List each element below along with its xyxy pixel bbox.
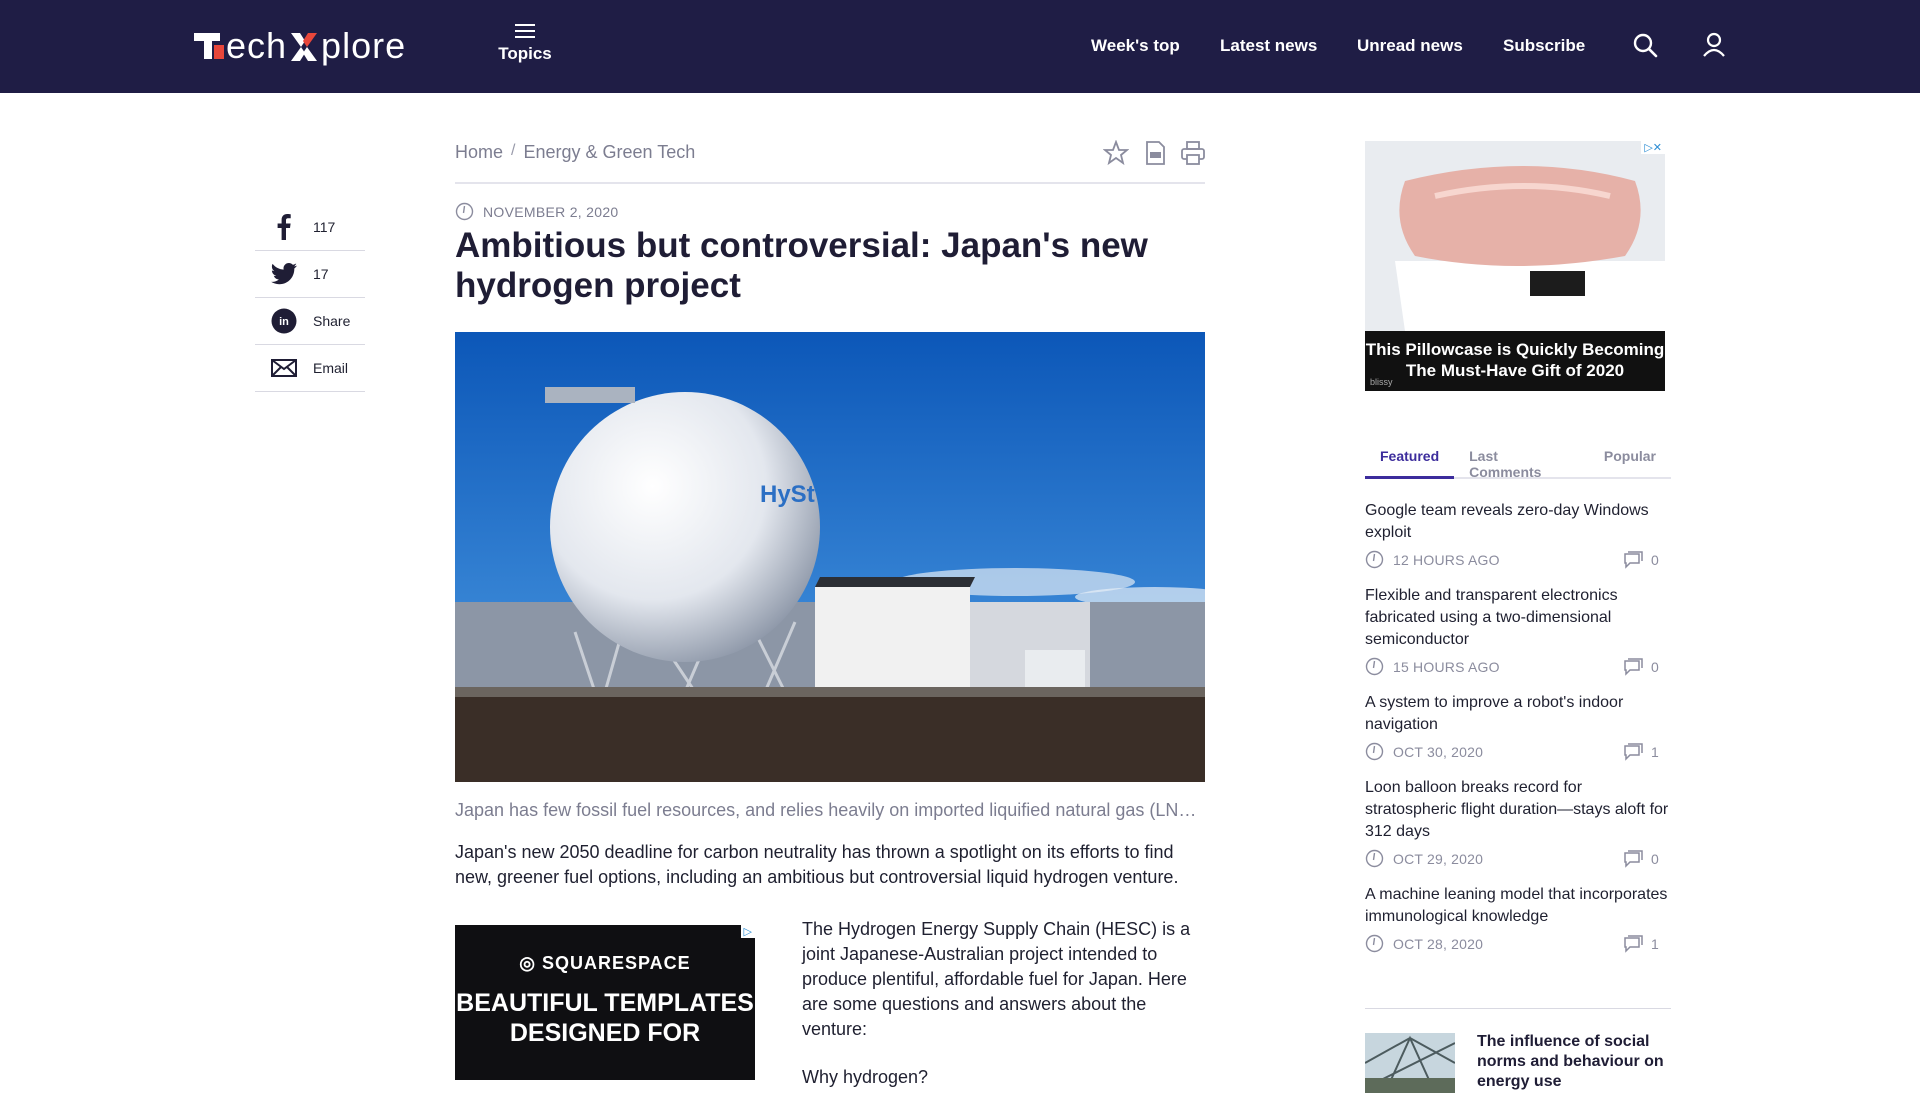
comment-icon	[1624, 934, 1643, 953]
share-email[interactable]: Email	[255, 345, 365, 392]
item-date: 15 HOURS AGO	[1393, 658, 1500, 675]
logo-text-part2: plore	[321, 25, 407, 66]
sidebar-tabs: Featured Last Comments Popular	[1365, 438, 1671, 480]
inline-advertisement[interactable]: ▷ ◎ SQUARESPACE BEAUTIFUL TEMPLATES DESI…	[455, 925, 755, 1080]
comment-icon	[1624, 849, 1643, 868]
nav-latest-news[interactable]: Latest news	[1220, 36, 1317, 56]
nav-unread-news[interactable]: Unread news	[1357, 36, 1463, 56]
tab-last-comments[interactable]: Last Comments	[1454, 438, 1589, 480]
list-item[interactable]: Loon balloon breaks record for stratosph…	[1365, 777, 1671, 868]
linkedin-share-label: Share	[313, 313, 351, 329]
share-facebook[interactable]: 117	[255, 204, 365, 251]
list-item[interactable]: Flexible and transparent electronics fab…	[1365, 585, 1671, 676]
item-date: OCT 29, 2020	[1393, 850, 1484, 867]
facebook-share-count: 117	[313, 219, 336, 235]
breadcrumb-section[interactable]: Energy & Green Tech	[523, 142, 695, 163]
nav-subscribe[interactable]: Subscribe	[1503, 36, 1585, 56]
list-item[interactable]: A machine leaning model that incorporate…	[1365, 884, 1671, 953]
squarespace-logo-icon: ◎	[519, 953, 542, 973]
item-comment-count: 0	[1651, 850, 1659, 867]
adchoices-icon[interactable]: ▷	[740, 925, 755, 938]
search-icon[interactable]	[1632, 32, 1658, 58]
nav-weeks-top[interactable]: Week's top	[1091, 36, 1180, 56]
logo-t-icon	[194, 31, 224, 61]
item-date: OCT 30, 2020	[1393, 743, 1484, 760]
ad-brand-small: blissy	[1370, 377, 1393, 387]
article-body-paragraph: The Hydrogen Energy Supply Chain (HESC) …	[802, 919, 1191, 1039]
sidebar-divider	[1365, 1008, 1671, 1009]
facebook-icon	[255, 214, 313, 240]
promo-thumbnail[interactable]	[1365, 1033, 1455, 1093]
logo-text-part1: ech	[226, 25, 288, 66]
sidebar-advertisement[interactable]: ▷✕ This Pillowcase is Quickly Becoming T…	[1365, 141, 1665, 391]
clock-icon	[1365, 934, 1384, 953]
article-hero-image[interactable]: HySt	[455, 332, 1205, 782]
item-title[interactable]: Loon balloon breaks record for stratosph…	[1365, 777, 1671, 843]
item-title[interactable]: Flexible and transparent electronics fab…	[1365, 585, 1671, 651]
comment-icon	[1624, 550, 1643, 569]
site-logo[interactable]: ech plore	[194, 25, 407, 66]
bookmark-star-icon[interactable]	[1102, 139, 1130, 166]
top-navigation-bar: ech plore Topics Week's top Latest news …	[0, 0, 1920, 93]
item-comment-count: 1	[1651, 743, 1659, 760]
clock-icon	[1365, 550, 1384, 569]
logo-x-icon	[289, 30, 319, 62]
article-lead-paragraph: Japan's new 2050 deadline for carbon neu…	[455, 842, 1179, 887]
comment-icon	[1624, 742, 1643, 761]
linkedin-icon: in	[255, 308, 313, 334]
comment-icon	[1624, 657, 1643, 676]
item-comment-count: 0	[1651, 658, 1659, 675]
ad-brand: ◎ SQUARESPACE	[519, 953, 691, 973]
user-account-icon[interactable]	[1701, 32, 1727, 58]
email-share-label: Email	[313, 360, 349, 376]
image-caption: Japan has few fossil fuel resources, and…	[455, 800, 1205, 820]
item-title[interactable]: A machine leaning model that incorporate…	[1365, 884, 1671, 928]
list-item[interactable]: A system to improve a robot's indoor nav…	[1365, 692, 1671, 761]
hero-tank-text: HySt	[760, 481, 815, 508]
promo-title[interactable]: The influence of social norms and behavi…	[1477, 1032, 1677, 1092]
share-twitter[interactable]: 17	[255, 251, 365, 298]
topics-menu-button[interactable]: Topics	[498, 20, 552, 64]
topics-label: Topics	[498, 44, 552, 63]
share-column: 117 17 in Share Email	[255, 204, 365, 392]
ad-pillow-image	[1365, 141, 1665, 331]
article-date: NOVEMBER 2, 2020	[455, 202, 619, 221]
item-title[interactable]: A system to improve a robot's indoor nav…	[1365, 692, 1671, 736]
adchoices-close-icon[interactable]: ▷✕	[1641, 141, 1665, 154]
list-item[interactable]: Google team reveals zero-day Windows exp…	[1365, 500, 1671, 569]
twitter-share-count: 17	[313, 266, 329, 282]
item-date: OCT 28, 2020	[1393, 935, 1484, 952]
email-icon	[255, 359, 313, 377]
clock-icon	[1365, 849, 1384, 868]
pdf-download-icon[interactable]	[1142, 140, 1168, 166]
clock-icon	[1365, 742, 1384, 761]
ad-headline: BEAUTIFUL TEMPLATES DESIGNED FOR	[456, 989, 754, 1047]
twitter-icon	[255, 263, 313, 285]
article-title: Ambitious but controversial: Japan's new…	[455, 226, 1148, 305]
clock-icon	[455, 202, 474, 221]
tab-featured[interactable]: Featured	[1365, 438, 1455, 479]
breadcrumb-divider	[455, 182, 1205, 184]
item-comment-count: 1	[1651, 935, 1659, 952]
article-subheading: Why hydrogen?	[802, 1067, 929, 1087]
breadcrumb: Home / Energy & Green Tech	[455, 142, 695, 163]
share-linkedin[interactable]: in Share	[255, 298, 365, 345]
print-icon[interactable]	[1180, 140, 1206, 166]
clock-icon	[1365, 657, 1384, 676]
item-title[interactable]: Google team reveals zero-day Windows exp…	[1365, 500, 1671, 544]
breadcrumb-home[interactable]: Home	[455, 142, 503, 163]
hamburger-icon	[515, 24, 535, 38]
breadcrumb-separator: /	[511, 142, 516, 159]
item-comment-count: 0	[1651, 551, 1659, 568]
tab-popular[interactable]: Popular	[1589, 438, 1671, 477]
featured-list: Google team reveals zero-day Windows exp…	[1365, 500, 1671, 969]
article-date-text: NOVEMBER 2, 2020	[483, 203, 619, 220]
ad-caption: This Pillowcase is Quickly Becoming The …	[1365, 331, 1665, 391]
svg-text:in: in	[279, 316, 289, 328]
item-date: 12 HOURS AGO	[1393, 551, 1500, 568]
